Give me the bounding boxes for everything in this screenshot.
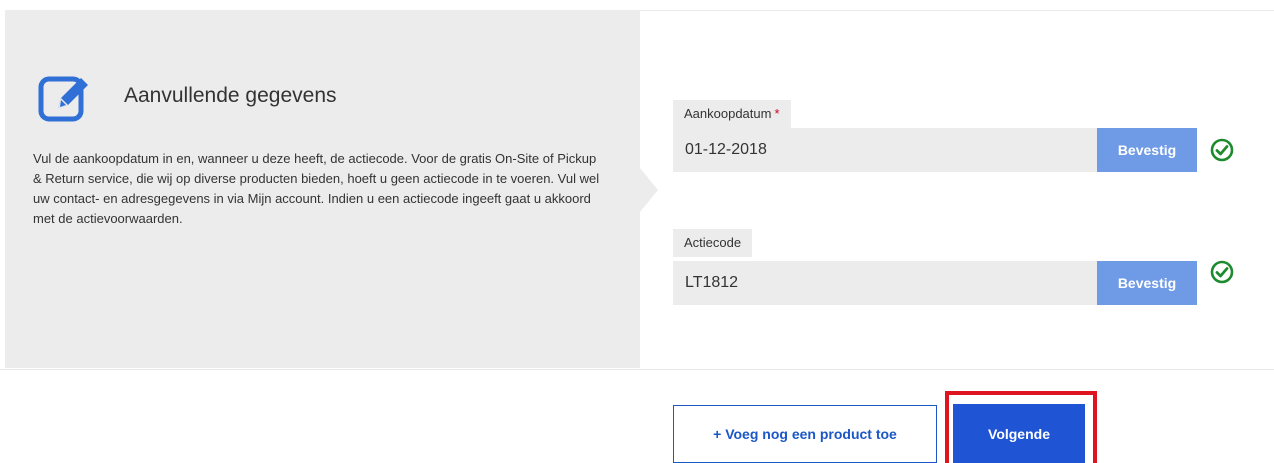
promo-code-label: Actiecode	[673, 229, 753, 257]
section-title: Aanvullende gegevens	[124, 84, 337, 107]
info-panel-arrow	[640, 168, 658, 212]
check-circle-icon	[1210, 260, 1234, 284]
required-marker: *	[774, 106, 780, 121]
purchase-date-label: Aankoopdatum *	[673, 100, 791, 128]
edit-icon	[38, 76, 88, 122]
purchase-date-label-text: Aankoopdatum	[684, 106, 772, 121]
section-description: Vul de aankoopdatum in en, wanneer u dez…	[33, 151, 600, 226]
purchase-date-confirm-button[interactable]: Bevestig	[1097, 128, 1197, 172]
add-product-button[interactable]: + Voeg nog een product toe	[673, 405, 937, 463]
promo-code-input[interactable]	[673, 261, 1098, 305]
top-rule	[640, 10, 1274, 11]
purchase-date-input[interactable]	[673, 128, 1098, 172]
promo-code-confirm-button[interactable]: Bevestig	[1097, 261, 1197, 305]
check-circle-icon	[1210, 138, 1234, 162]
promo-code-label-text: Actiecode	[684, 235, 742, 250]
next-button[interactable]: Volgende	[953, 404, 1085, 463]
section-divider	[0, 369, 1274, 370]
